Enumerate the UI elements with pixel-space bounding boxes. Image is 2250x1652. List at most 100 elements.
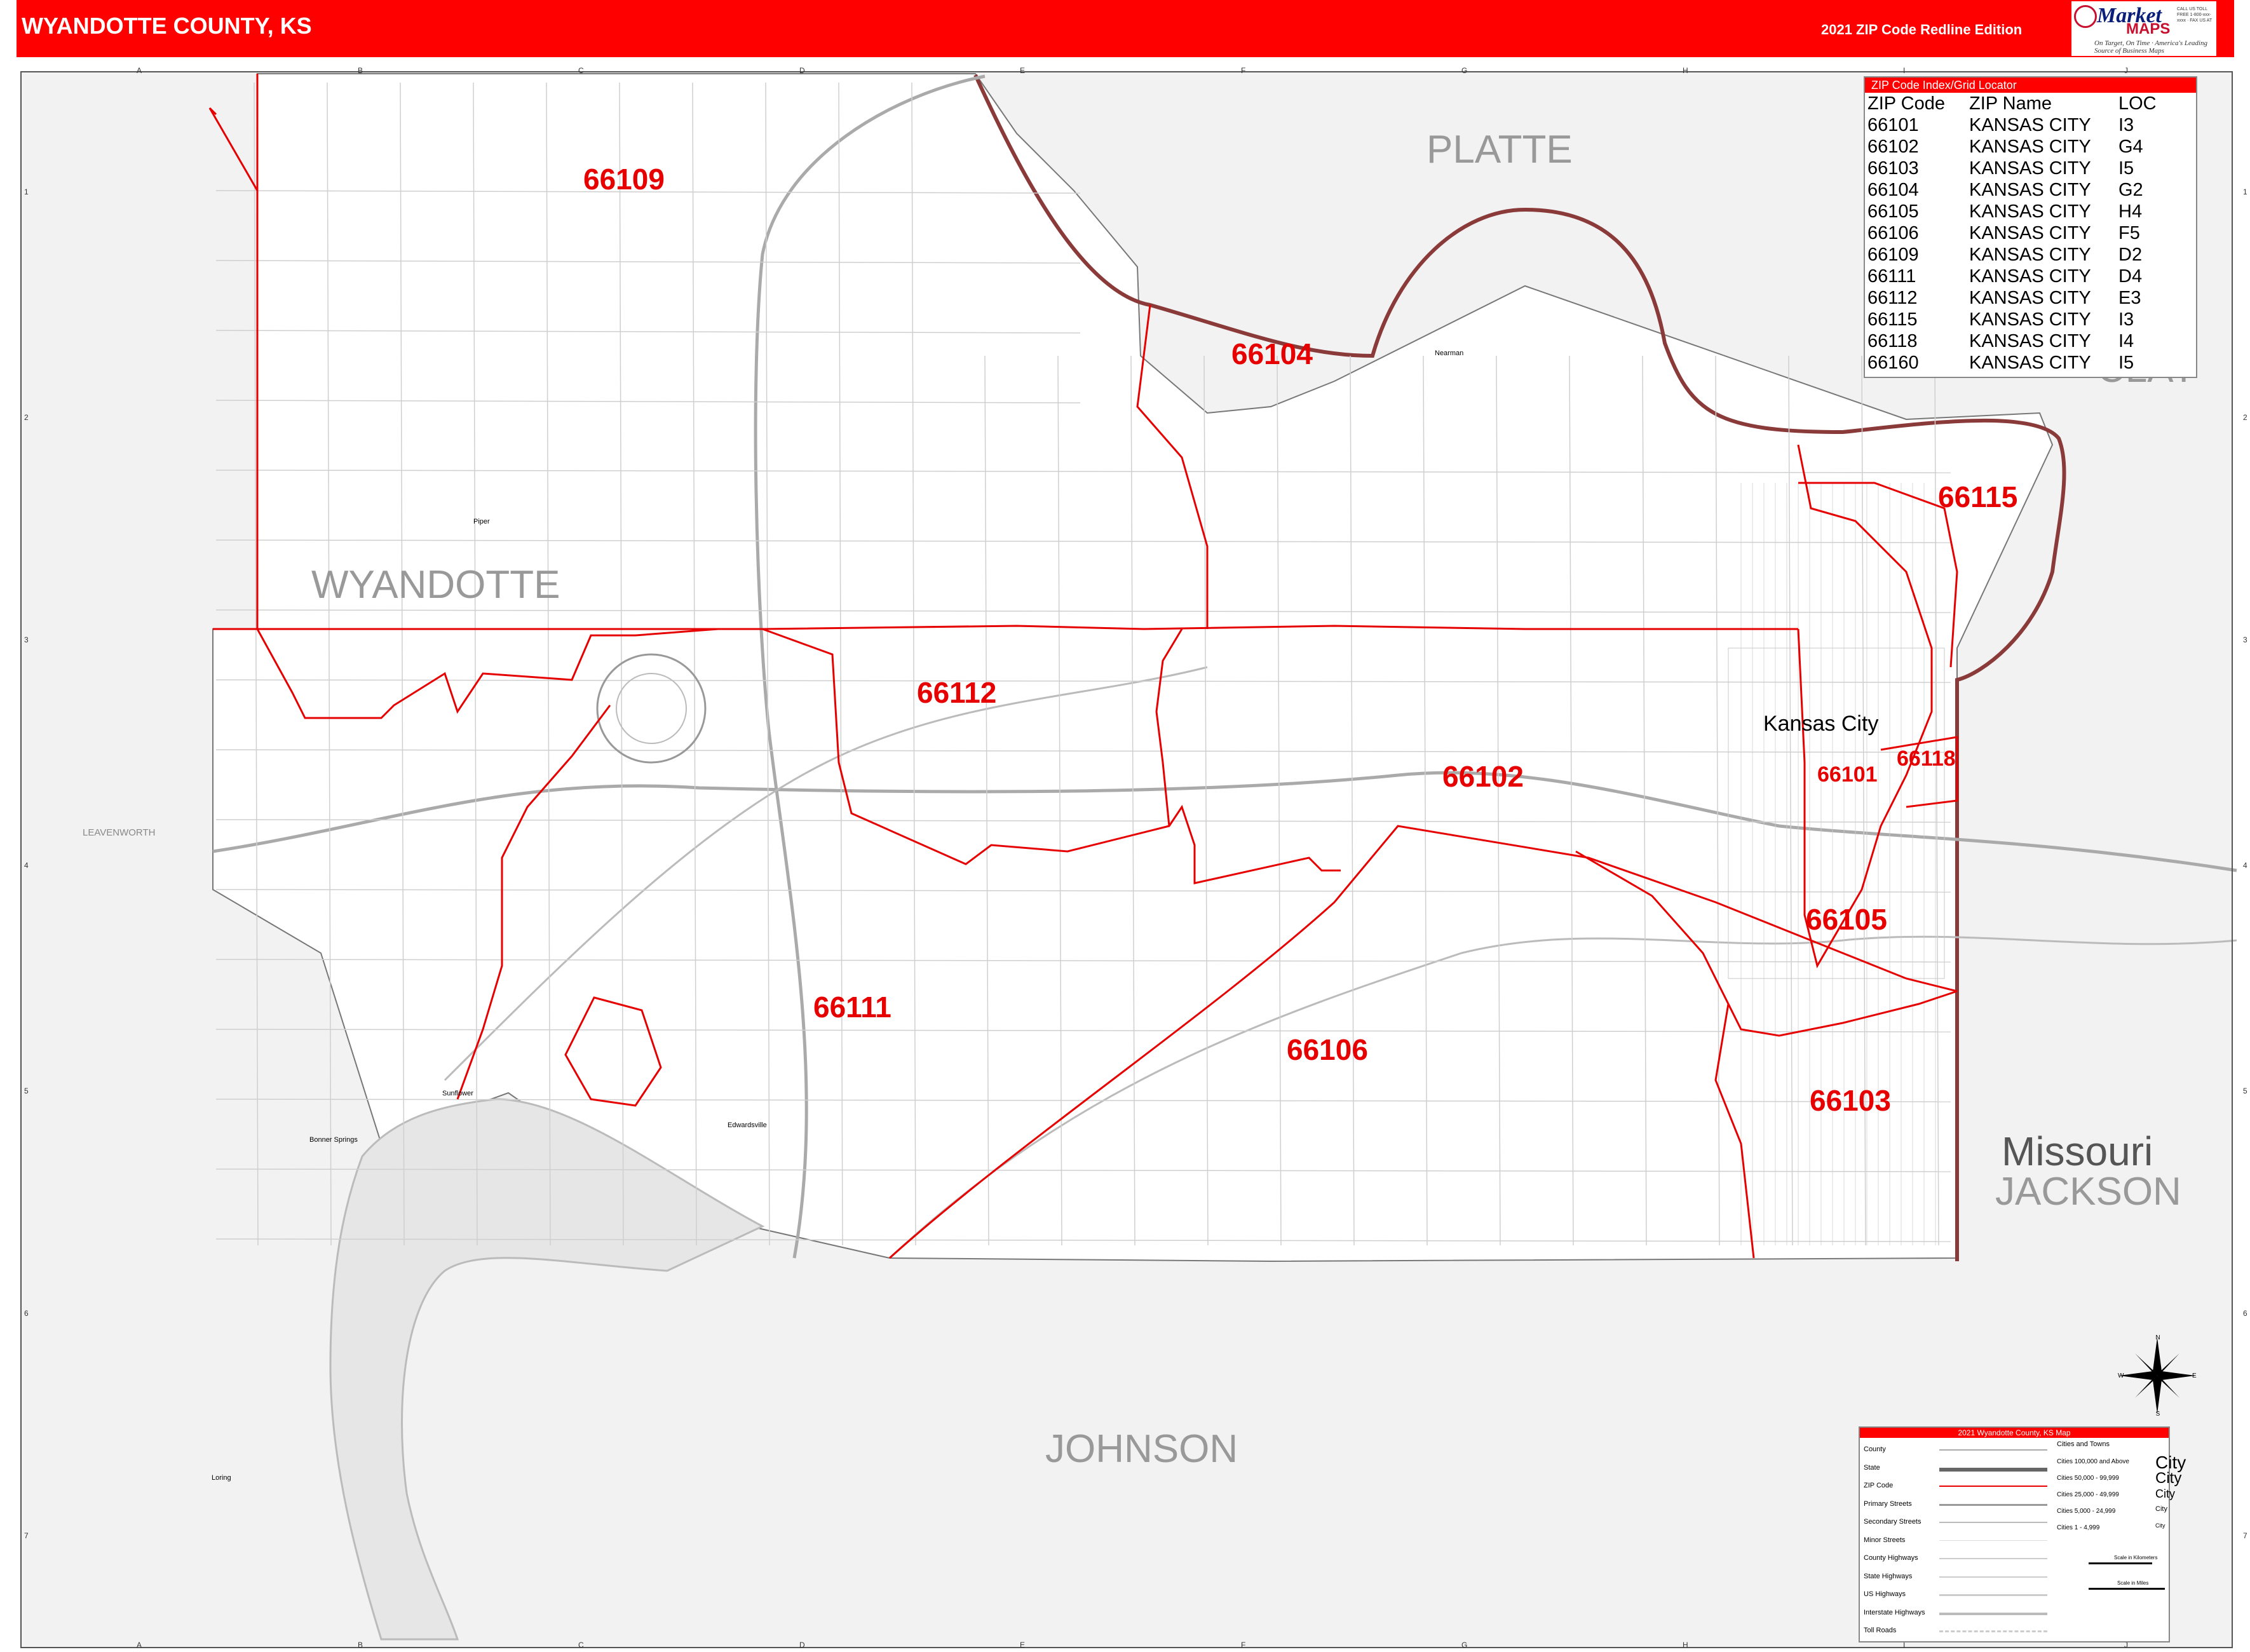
grid-row-label: 6 <box>2243 1309 2247 1318</box>
map-title: WYANDOTTE COUNTY, KS <box>22 13 312 39</box>
place-label-bonner-springs: Bonner Springs <box>309 1136 358 1144</box>
place-label-piper: Piper <box>473 518 490 525</box>
legend-city-class: Cities 1 - 4,999 <box>2057 1524 2100 1531</box>
zip-index-name: KANSAS CITY <box>1969 201 2091 222</box>
grid-column-label: C <box>578 1641 584 1649</box>
zip-index-loc: H4 <box>2118 201 2143 222</box>
zip-label-66106: 66106 <box>1287 1033 1368 1066</box>
zip-index-name: KANSAS CITY <box>1969 115 2091 135</box>
county-label-platte: PLATTE <box>1427 128 1573 172</box>
grid-column-label: I <box>1903 66 1906 75</box>
legend-item-swatch <box>1939 1503 2047 1506</box>
grid-column-label: F <box>1241 1641 1246 1649</box>
zip-index-header: LOC <box>2118 93 2157 114</box>
zip-index-row: 66101 KANSAS CITY I3 <box>1867 114 2157 136</box>
legend-item-swatch <box>1939 1522 2047 1523</box>
compass-w: W <box>2118 1372 2124 1379</box>
header-bar: WYANDOTTE COUNTY, KS 2021 ZIP Code Redli… <box>17 0 2234 57</box>
legend-item-label: County Highways <box>1864 1554 1918 1562</box>
zip-index-loc: F5 <box>2118 223 2140 243</box>
zip-index-zip: 66102 <box>1867 137 1919 157</box>
state-label-missouri: Missouri <box>2002 1128 2153 1174</box>
legend-city-class: Cities 5,000 - 24,999 <box>2057 1508 2116 1515</box>
zip-index-loc: I5 <box>2118 158 2134 179</box>
legend-item-label: Minor Streets <box>1864 1536 1906 1544</box>
grid-row-label: 5 <box>24 1087 29 1095</box>
zip-index-loc: G2 <box>2118 180 2143 200</box>
legend-item-label: Secondary Streets <box>1864 1518 1921 1526</box>
legend-scale-km-bar <box>2089 1562 2152 1564</box>
zip-index-row: 66106 KANSAS CITY F5 <box>1867 222 2157 244</box>
logo-contact: CALL US TOLL FREE 1-800-xxx-xxxx · FAX U… <box>2177 7 2213 23</box>
zip-index-body: 66101 KANSAS CITY I3 66102 KANSAS CITY G4 6610… <box>1867 114 2157 374</box>
zip-index-zip: 66118 <box>1867 331 1918 351</box>
legend-item-swatch <box>1939 1612 2047 1615</box>
zip-label-66104: 66104 <box>1231 337 1313 370</box>
legend-scale-km: Scale in Kilometers <box>2114 1555 2158 1561</box>
legend-item-swatch <box>1939 1486 2047 1487</box>
logo-line2: MAPS <box>2126 20 2171 37</box>
grid-column-label: G <box>1461 66 1468 75</box>
zip-index-row: 66103 KANSAS CITY I5 <box>1867 158 2157 179</box>
zip-index-loc: E3 <box>2118 288 2141 308</box>
city-label-kansas-city: Kansas City <box>1763 712 1879 736</box>
legend-item-label: ZIP Code <box>1864 1482 1894 1489</box>
legend-item-label: County <box>1864 1446 1886 1453</box>
legend-item-label: State Highways <box>1864 1572 1913 1580</box>
legend-city-class: Cities 100,000 and Above <box>2057 1458 2129 1465</box>
grid-column-label: G <box>1461 1641 1468 1649</box>
grid-column-label: D <box>799 1641 805 1649</box>
zip-index-row: 66102 KANSAS CITY G4 <box>1867 136 2157 158</box>
logo-tagline: On Target, On Time · America's Leading S… <box>2094 39 2207 55</box>
zip-index-name: KANSAS CITY <box>1969 353 2091 373</box>
zip-index-loc: I3 <box>2118 309 2134 330</box>
grid-row-label: 5 <box>2243 1087 2247 1095</box>
legend-item-swatch <box>1939 1594 2047 1596</box>
legend-city-sample: City <box>2155 1522 2165 1529</box>
zip-index-zip: 66103 <box>1867 158 1919 179</box>
zip-label-66115: 66115 <box>1938 480 2018 513</box>
zip-index-loc: I4 <box>2118 331 2134 351</box>
zip-index-name: KANSAS CITY <box>1969 223 2091 243</box>
zip-index-zip: 66109 <box>1867 245 1919 265</box>
zip-label-66103: 66103 <box>1810 1084 1891 1117</box>
place-label-edwardsville: Edwardsville <box>728 1121 767 1129</box>
grid-row-label: 3 <box>2243 635 2247 644</box>
legend-item-swatch <box>1939 1630 2047 1632</box>
zip-index-zip: 66104 <box>1867 180 1919 200</box>
grid-row-label: 3 <box>24 635 29 644</box>
grid-row-label: 2 <box>24 413 29 422</box>
zip-index-loc: I5 <box>2118 353 2134 373</box>
zip-index-row: 66112 KANSAS CITY E3 <box>1867 287 2157 309</box>
zip-index-header: ZIP Code <box>1867 93 1945 114</box>
county-label-leavenworth: LEAVENWORTH <box>83 827 156 838</box>
grid-column-label: J <box>2124 66 2128 75</box>
zip-index-name: KANSAS CITY <box>1969 266 2091 287</box>
logo-target-icon <box>2074 5 2097 28</box>
zip-index-row: 66104 KANSAS CITY G2 <box>1867 179 2157 201</box>
legend-title: 2021 Wyandotte County, KS Map <box>1860 1428 2169 1438</box>
legend-item-label: State <box>1864 1463 1880 1472</box>
zip-index-name: KANSAS CITY <box>1969 158 2091 179</box>
zip-label-66118: 66118 <box>1897 747 1956 771</box>
zip-label-66112: 66112 <box>917 676 997 709</box>
compass-rose-icon: N S W E <box>2118 1334 2197 1417</box>
county-label-johnson: JOHNSON <box>1045 1427 1238 1471</box>
zip-index-name: KANSAS CITY <box>1969 331 2091 351</box>
zip-index-table: ZIP Code ZIP Name LOC 66101 KANSAS CITY I3… <box>1867 93 2157 374</box>
zip-index-header-row: ZIP Code ZIP Name LOC <box>1867 93 2157 114</box>
zip-index-loc: I3 <box>2118 115 2134 135</box>
zip-index-row: 66105 KANSAS CITY H4 <box>1867 201 2157 222</box>
legend-scale-mi-bar <box>2089 1588 2165 1590</box>
zip-index-name: KANSAS CITY <box>1969 137 2091 157</box>
zip-index-loc: D4 <box>2118 266 2143 287</box>
legend-item-swatch <box>1939 1576 2047 1578</box>
grid-column-label: H <box>1683 1641 1688 1649</box>
zip-index-row: 66111 KANSAS CITY D4 <box>1867 266 2157 287</box>
zip-index-zip: 66115 <box>1867 309 1918 330</box>
legend-item-label: Toll Roads <box>1864 1627 1897 1634</box>
grid-row-label: 1 <box>2243 187 2247 196</box>
grid-row-label: 6 <box>24 1309 29 1318</box>
zip-index-zip: 66160 <box>1867 353 1919 373</box>
place-label-nearman: Nearman <box>1435 349 1464 357</box>
